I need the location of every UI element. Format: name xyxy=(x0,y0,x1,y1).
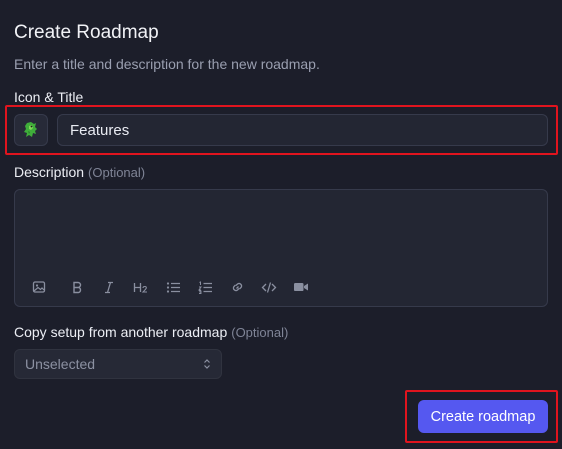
dragon-icon xyxy=(24,122,37,137)
title-input[interactable] xyxy=(57,114,548,146)
copy-setup-label-text: Copy setup from another roadmap xyxy=(14,324,228,340)
description-editor[interactable] xyxy=(14,189,548,307)
description-optional-tag: (Optional) xyxy=(88,165,146,180)
icon-title-label-text: Icon & Title xyxy=(14,89,84,105)
copy-setup-optional-tag: (Optional) xyxy=(231,325,289,340)
numbered-list-icon[interactable] xyxy=(189,277,221,297)
editor-toolbar xyxy=(29,277,317,297)
image-icon[interactable] xyxy=(29,277,49,297)
bold-icon[interactable] xyxy=(61,277,93,297)
dialog-subtitle: Enter a title and description for the ne… xyxy=(14,56,320,72)
bullet-list-icon[interactable] xyxy=(157,277,189,297)
create-roadmap-button[interactable]: Create roadmap xyxy=(418,400,548,433)
roadmap-select-value: Unselected xyxy=(25,356,96,372)
copy-setup-label: Copy setup from another roadmap (Optional… xyxy=(14,324,288,340)
code-icon[interactable] xyxy=(253,277,285,297)
chevron-updown-icon xyxy=(204,359,210,369)
description-label-text: Description xyxy=(14,164,85,180)
heading2-icon[interactable] xyxy=(125,277,157,297)
icon-title-label: Icon & Title xyxy=(14,89,83,105)
description-label: Description (Optional) xyxy=(14,164,145,180)
video-icon[interactable] xyxy=(285,277,317,297)
italic-icon[interactable] xyxy=(93,277,125,297)
roadmap-select[interactable]: Unselected xyxy=(14,349,222,379)
link-icon[interactable] xyxy=(221,277,253,297)
dialog-title: Create Roadmap xyxy=(14,22,159,43)
icon-picker-button[interactable] xyxy=(14,114,48,146)
